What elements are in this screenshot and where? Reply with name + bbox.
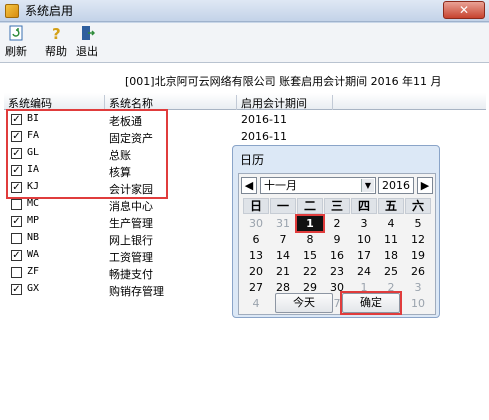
calendar-title: 日历 (240, 153, 265, 167)
enable-checkbox[interactable]: ✓ (11, 216, 22, 227)
column-header-empty (332, 95, 486, 110)
highlight-box (340, 291, 402, 315)
calendar-day[interactable]: 15 (297, 248, 323, 263)
calendar-day[interactable]: 19 (405, 248, 431, 263)
calendar-day[interactable]: 7 (270, 232, 296, 247)
system-code: MC (27, 198, 40, 209)
calendar-day[interactable]: 9 (324, 232, 350, 247)
column-header-name[interactable]: 系统名称 (104, 95, 236, 110)
calendar-day[interactable]: 26 (405, 264, 431, 279)
today-button[interactable]: 今天 (275, 293, 333, 313)
calendar-day[interactable]: 10 (351, 232, 377, 247)
title-bar: 系统启用 ✕ (0, 0, 489, 22)
calendar-day[interactable]: 18 (378, 248, 404, 263)
system-code: GX (27, 283, 40, 294)
calendar-popup: 日历 ◀ 十一月 ▼ 2016 ▶ 日一二三四五六 30 31 1 2 3 4 5 6 7 8 9 1… (232, 145, 440, 318)
system-code: MP (27, 215, 40, 226)
system-name: 生产管理 (109, 217, 153, 230)
window-title: 系统启用 (25, 4, 74, 18)
calendar-day[interactable]: 23 (324, 264, 350, 279)
weekday-label: 一 (270, 198, 296, 214)
enable-checkbox[interactable] (11, 267, 22, 278)
chevron-down-icon: ▼ (361, 179, 374, 192)
weekday-label: 日 (243, 198, 269, 214)
calendar-day[interactable]: 3 (351, 216, 377, 231)
calendar-day[interactable]: 14 (270, 248, 296, 263)
enable-period: 2016-11 (241, 130, 287, 143)
system-name: 畅捷支付 (109, 268, 153, 281)
calendar-day[interactable]: 8 (297, 232, 323, 247)
calendar-day[interactable]: 27 (243, 280, 269, 295)
weekday-label: 二 (297, 198, 323, 214)
help-label: 帮助 (45, 45, 67, 58)
calendar-day[interactable]: 10 (405, 296, 431, 311)
calendar-day[interactable]: 25 (378, 264, 404, 279)
month-select[interactable]: 十一月 ▼ (260, 177, 376, 194)
calendar-body: ◀ 十一月 ▼ 2016 ▶ 日一二三四五六 30 31 1 2 3 4 5 6 7 8 9 10 11… (238, 173, 436, 315)
system-code: WA (27, 249, 40, 260)
system-code: NB (27, 232, 40, 243)
exit-door-icon (82, 26, 95, 40)
system-code: ZF (27, 266, 40, 277)
enable-checkbox[interactable] (11, 233, 22, 244)
refresh-button[interactable]: 刷新 (5, 25, 27, 59)
enable-checkbox[interactable]: ✓ (11, 250, 22, 261)
system-name: 消息中心 (109, 200, 153, 213)
prev-month-button[interactable]: ◀ (241, 177, 257, 194)
calendar-day[interactable]: 6 (243, 232, 269, 247)
system-name: 购销存管理 (109, 285, 164, 298)
calendar-day[interactable]: 3 (405, 280, 431, 295)
calendar-day[interactable]: 4 (243, 296, 269, 311)
help-button[interactable]: ? 帮助 (45, 25, 67, 59)
calendar-day[interactable]: 13 (243, 248, 269, 263)
close-button[interactable]: ✕ (443, 1, 485, 19)
calendar-day[interactable]: 16 (324, 248, 350, 263)
account-period-info: [001]北京阿可云网络有限公司 账套启用会计期间 2016 年11 月 (125, 75, 442, 88)
month-value: 十一月 (264, 179, 297, 192)
calendar-day[interactable]: 17 (351, 248, 377, 263)
calendar-day[interactable]: 2 (324, 216, 350, 231)
weekday-label: 四 (351, 198, 377, 214)
calendar-day[interactable]: 20 (243, 264, 269, 279)
refresh-icon (9, 25, 23, 41)
app-icon (5, 3, 19, 18)
question-icon: ? (52, 25, 61, 41)
system-name: 网上银行 (109, 234, 153, 247)
enable-checkbox[interactable]: ✓ (11, 284, 22, 295)
calendar-day[interactable]: 31 (270, 216, 296, 231)
calendar-day[interactable]: 4 (378, 216, 404, 231)
calendar-day[interactable]: 30 (243, 216, 269, 231)
highlight-box (6, 109, 168, 199)
refresh-label: 刷新 (5, 45, 27, 58)
calendar-day[interactable]: 11 (378, 232, 404, 247)
exit-button[interactable]: 退出 (76, 25, 98, 59)
column-header-period[interactable]: 启用会计期间 (236, 95, 332, 110)
calendar-day[interactable]: 1 (295, 214, 325, 233)
exit-label: 退出 (76, 45, 98, 58)
calendar-day[interactable]: 24 (351, 264, 377, 279)
enable-period: 2016-11 (241, 113, 287, 126)
weekday-label: 五 (378, 198, 404, 214)
calendar-day[interactable]: 21 (270, 264, 296, 279)
table-header: 系统编码 系统名称 启用会计期间 (4, 93, 486, 110)
toolbar: 刷新 ? 帮助 退出 (0, 23, 489, 63)
system-name: 工资管理 (109, 251, 153, 264)
enable-checkbox[interactable] (11, 199, 22, 210)
calendar-day[interactable]: 5 (405, 216, 431, 231)
svg-text:?: ? (52, 25, 61, 41)
calendar-day[interactable]: 12 (405, 232, 431, 247)
weekday-label: 三 (324, 198, 350, 214)
next-month-button[interactable]: ▶ (417, 177, 433, 194)
calendar-day[interactable]: 22 (297, 264, 323, 279)
weekday-label: 六 (405, 198, 431, 214)
year-field[interactable]: 2016 (378, 177, 414, 194)
column-header-code[interactable]: 系统编码 (4, 95, 104, 110)
